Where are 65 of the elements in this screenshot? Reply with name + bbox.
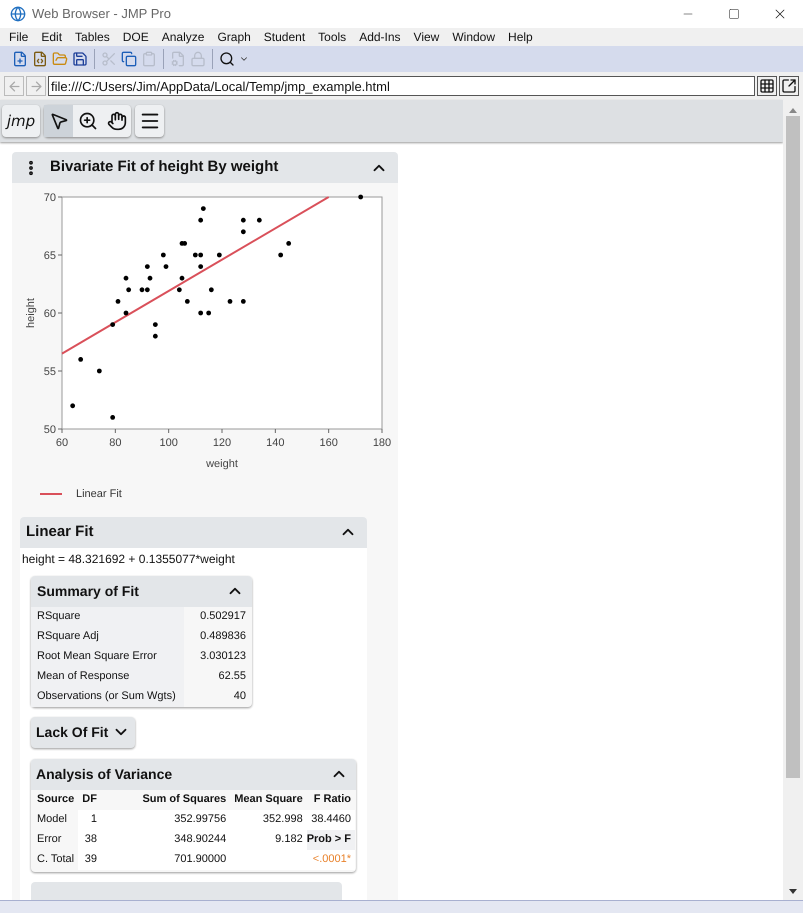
window-title: Web Browser - JMP Pro [32,5,171,24]
stat-label: RSquare [31,606,184,626]
table-cell-text: Error [37,832,62,848]
menu-item[interactable]: File [9,31,28,43]
menu-item[interactable]: Help [508,31,533,43]
stat-label: RSquare Adj [31,626,184,646]
panel-title: Summary of Fit [37,582,139,601]
table-cell: 9.182 [230,830,307,850]
table-cell: 38 [78,830,101,850]
stat-value: 0.502917 [199,609,247,624]
column-header: DF [81,792,98,808]
table-cell: 701.90000 [100,850,230,870]
axis-tick-label: 140 [266,437,285,449]
axis-tick-label: 65 [44,250,56,262]
table-cell: 1 [78,810,101,830]
axis-tick-label: 55 [44,366,56,378]
column-header: Source [37,792,76,808]
axis-tick-label: 50 [44,424,56,436]
legend-label: Linear Fit [76,487,122,502]
stat-label: Observations (or Sum Wgts) [31,686,184,706]
stat-value: 40 [232,689,247,704]
axis-tick-label: 180 [372,437,392,449]
axis-tick-label: 160 [319,437,338,449]
table-cell: 39 [78,850,101,870]
stat-label: Mean of Response [31,666,184,686]
lack-of-fit-button[interactable]: Lack Of Fit [31,716,136,748]
column-header: Prob > F [306,830,355,850]
column-header: Sum of Squares [141,792,228,808]
menu-item[interactable]: Window [452,31,496,43]
fit-equation: height = 48.321692 + 0.1355077*weight [22,550,236,568]
table-cell: <.0001* [306,850,355,870]
menu-item[interactable]: View [414,31,440,43]
table-cell-text: Model [37,812,68,828]
stat-value: 62.55 [217,669,247,684]
axis-title: height [25,298,37,328]
menu-item[interactable]: Analyze [162,31,204,43]
table-cell: 38.4460 [306,810,355,830]
axis-tick-label: 60 [44,308,56,320]
axis-title: weight [206,458,238,470]
table-cell: 352.99756 [100,810,230,830]
panel-title: Analysis of Variance [36,764,172,784]
axis-tick-label: 80 [109,437,122,449]
stat-value: 3.030123 [199,649,247,664]
axis-tick-label: 100 [159,437,178,449]
panel-title: Linear Fit [26,522,94,542]
menu-item[interactable]: DOE [122,31,149,43]
axis-tick-label: 60 [56,437,68,449]
table-cell-text: C. Total [37,852,76,868]
logo-button[interactable]: jmp [2,105,40,137]
menu-item[interactable]: Tools [318,31,346,43]
stat-label: Root Mean Square Error [31,646,184,666]
menu-item[interactable]: Add-Ins [359,31,401,43]
menu-item[interactable]: Tables [75,31,110,43]
menu-item[interactable]: Graph [217,31,251,43]
axis-tick-label: 120 [212,437,232,449]
axis-tick-label: 70 [44,192,56,204]
table-cell: 348.90244 [100,830,230,850]
menu-item[interactable]: Student [264,31,306,43]
stat-value: 0.489836 [199,629,247,644]
address-field[interactable]: file:///C:/Users/Jim/AppData/Local/Temp/jmp_example.html [48,76,755,96]
table-cell: 352.998 [230,810,307,830]
panel-title: Bivariate Fit of height By weight [50,157,278,178]
column-header: F Ratio [312,792,352,808]
menu-item[interactable]: Edit [41,31,62,43]
column-header: Mean Square [233,792,304,808]
